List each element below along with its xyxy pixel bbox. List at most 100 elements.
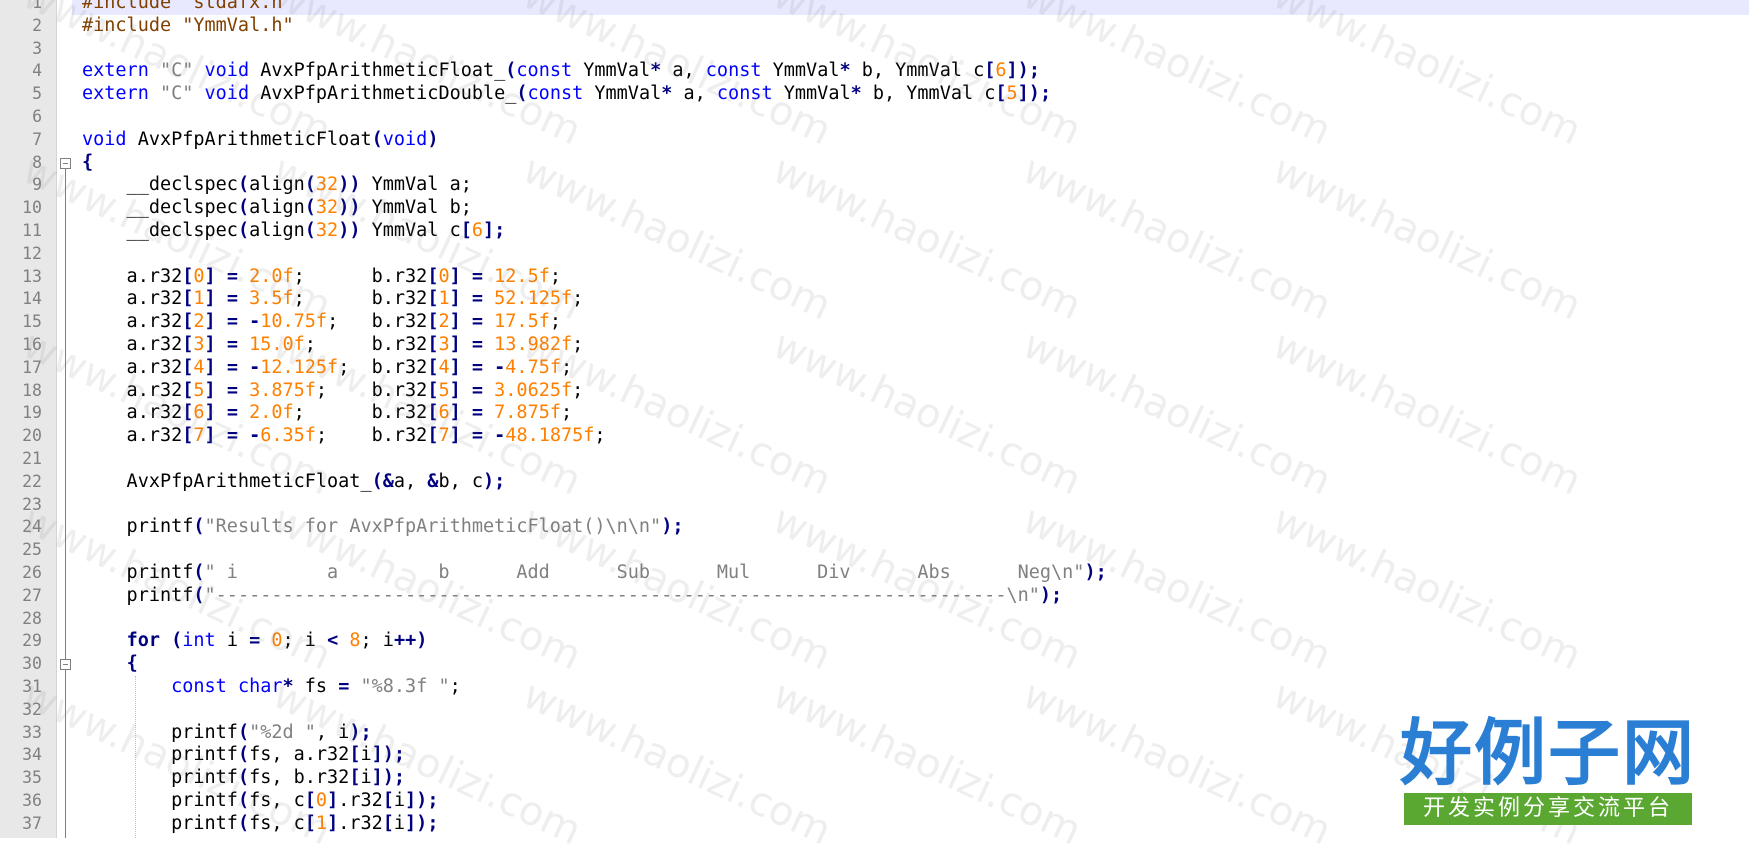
code-line[interactable]: { xyxy=(72,653,1749,676)
code-line[interactable]: #include "stdafx.h" xyxy=(72,0,1749,15)
code-token: ( xyxy=(193,562,205,583)
line-number: 16 xyxy=(22,335,42,354)
code-token: [ xyxy=(304,812,316,834)
code-token: YmmVal xyxy=(761,60,840,82)
code-token: = xyxy=(249,630,261,652)
code-token: ; b.r32 xyxy=(293,402,428,424)
code-token: 6 xyxy=(471,220,484,241)
code-token: 7 xyxy=(438,425,450,447)
code-token: )) xyxy=(338,220,361,241)
code-token: i xyxy=(215,630,250,652)
code-line[interactable]: const char* fs = "%8.3f "; xyxy=(72,676,1749,699)
code-line[interactable]: extern "C" void AvxPfpArithmeticFloat_(c… xyxy=(72,60,1749,83)
code-line[interactable]: __declspec(align(32)) YmmVal a; xyxy=(72,174,1749,197)
code-token: = xyxy=(471,311,484,333)
code-line[interactable]: extern "C" void AvxPfpArithmeticDouble_(… xyxy=(72,83,1749,106)
code-line[interactable] xyxy=(72,494,1749,517)
code-text: a.r32[2] = -10.75f; b.r32[2] = 17.5f; xyxy=(82,311,561,334)
code-token: ); xyxy=(483,470,506,492)
code-token: ]); xyxy=(1017,83,1052,105)
code-token: ( xyxy=(171,630,183,652)
code-token: 15.0f xyxy=(249,334,305,355)
code-token: extern xyxy=(82,83,149,105)
code-line[interactable]: void AvxPfpArithmeticFloat(void) xyxy=(72,129,1749,152)
code-token: i xyxy=(360,744,372,766)
code-line[interactable] xyxy=(72,448,1749,471)
code-line[interactable] xyxy=(72,608,1749,631)
code-line[interactable] xyxy=(72,38,1749,61)
code-token: < xyxy=(327,630,339,652)
logo-subtitle: 开发实例分享交流平台 xyxy=(1404,793,1692,825)
code-text: extern "C" void AvxPfpArithmeticDouble_(… xyxy=(82,83,1051,106)
code-token: "C" xyxy=(159,60,194,82)
code-token: ] xyxy=(204,288,216,310)
code-line[interactable]: __declspec(align(32)) YmmVal b; xyxy=(72,197,1749,220)
code-line[interactable]: a.r32[5] = 3.875f; b.r32[5] = 3.0625f; xyxy=(72,380,1749,403)
code-line[interactable] xyxy=(72,106,1749,129)
code-token: ( xyxy=(237,744,250,766)
fold-toggle-for[interactable] xyxy=(60,659,71,671)
code-token: ( xyxy=(193,516,205,538)
code-token: * xyxy=(839,60,851,82)
code-line[interactable]: a.r32[2] = -10.75f; b.r32[2] = 17.5f; xyxy=(72,311,1749,334)
code-line[interactable]: __declspec(align(32)) YmmVal c[6]; xyxy=(72,220,1749,243)
line-number: 1 xyxy=(32,0,42,12)
code-token: 0 xyxy=(438,265,450,287)
code-token: - xyxy=(249,311,261,333)
code-token: a.r32 xyxy=(82,425,183,447)
line-number: 12 xyxy=(22,243,42,263)
code-token: * xyxy=(282,676,294,697)
code-token: ; xyxy=(561,356,573,378)
code-line[interactable]: for (int i = 0; i < 8; i++) xyxy=(72,630,1749,653)
code-line[interactable] xyxy=(72,243,1749,266)
code-line[interactable]: a.r32[1] = 3.5f; b.r32[1] = 52.125f; xyxy=(72,288,1749,311)
line-number: 18 xyxy=(22,380,42,400)
code-token: void xyxy=(204,83,250,105)
line-number: 21 xyxy=(22,449,42,468)
code-text: const char* fs = "%8.3f "; xyxy=(82,676,461,699)
line-number: 11 xyxy=(22,221,42,240)
line-number: 31 xyxy=(22,677,42,696)
code-token: 13.982f xyxy=(494,334,573,355)
code-token: ; b.r32 xyxy=(293,265,428,287)
code-token: [ xyxy=(304,790,316,811)
code-text: printf("%2d ", i); xyxy=(82,722,372,745)
code-line[interactable] xyxy=(72,539,1749,562)
code-line[interactable]: a.r32[4] = -12.125f; b.r32[4] = -4.75f; xyxy=(72,357,1749,380)
code-line[interactable]: printf("--------------------------------… xyxy=(72,585,1749,608)
code-token: , i xyxy=(315,721,350,743)
code-token: [ xyxy=(182,402,194,424)
code-token: "---------------------------------------… xyxy=(204,584,1040,606)
code-token: )) xyxy=(338,174,361,196)
code-token: i xyxy=(393,812,406,834)
code-token: " i a b Add Sub Mul Div Abs Neg\n" xyxy=(204,562,1085,583)
line-number: 15 xyxy=(22,312,42,332)
code-token: ( xyxy=(304,174,316,196)
code-line[interactable]: printf(" i a b Add Sub Mul Div Abs Neg\n… xyxy=(72,562,1749,585)
line-number: 3 xyxy=(32,38,42,58)
code-line[interactable]: a.r32[3] = 15.0f; b.r32[3] = 13.982f; xyxy=(72,334,1749,357)
code-token: ( xyxy=(237,721,250,743)
code-line[interactable]: AvxPfpArithmeticFloat_(&a, &b, c); xyxy=(72,471,1749,494)
code-line[interactable]: #include "YmmVal.h" xyxy=(72,15,1749,38)
code-token: 3.875f xyxy=(249,379,316,401)
code-text: extern "C" void AvxPfpArithmeticFloat_(c… xyxy=(82,60,1040,83)
code-line[interactable]: printf("Results for AvxPfpArithmeticFloa… xyxy=(72,516,1749,539)
code-line[interactable]: a.r32[7] = -6.35f; b.r32[7] = -48.1875f; xyxy=(72,425,1749,448)
code-token: #include "stdafx.h" xyxy=(82,0,294,13)
code-token: ++) xyxy=(393,630,428,652)
fold-toggle-main[interactable] xyxy=(60,157,71,169)
code-token: [ xyxy=(427,265,439,287)
code-line[interactable]: a.r32[0] = 2.0f; b.r32[0] = 12.5f; xyxy=(72,266,1749,289)
code-line[interactable]: { xyxy=(72,152,1749,175)
code-token: ( xyxy=(237,812,250,834)
code-line[interactable]: a.r32[6] = 2.0f; b.r32[6] = 7.875f; xyxy=(72,402,1749,425)
code-token: b, YmmVal c xyxy=(850,60,985,82)
line-number: 9 xyxy=(32,175,42,195)
